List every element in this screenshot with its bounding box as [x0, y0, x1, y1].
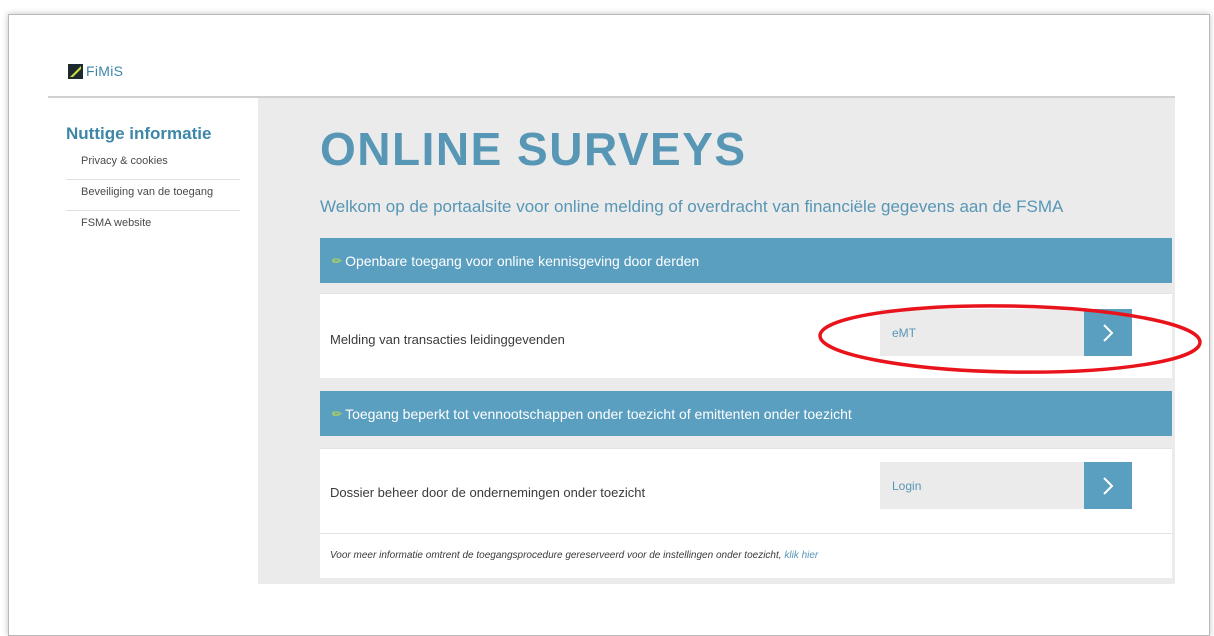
footer-note: Voor meer informatie omtrent de toegangs… [320, 533, 1172, 578]
more-info-link[interactable]: klik hier [784, 550, 818, 561]
chevron-right-icon[interactable] [1084, 462, 1132, 509]
row-dossier: Dossier beheer door de ondernemingen ond… [320, 448, 1172, 533]
main-content: ONLINE SURVEYS Welkom op de portaalsite … [258, 98, 1175, 584]
brand-name: FiMiS [86, 63, 124, 79]
section-header-public-access: ✏︎ Openbare toegang voor online kennisge… [320, 238, 1172, 283]
pencil-icon: ✏︎ [332, 253, 343, 268]
emt-button[interactable]: eMT [880, 309, 1132, 356]
sidebar: Nuttige informatie Privacy & cookies Bev… [66, 124, 240, 241]
sidebar-item-privacy[interactable]: Privacy & cookies [66, 149, 240, 180]
pencil-icon: ✏︎ [332, 406, 343, 421]
login-button[interactable]: Login [880, 462, 1132, 509]
row-label: Dossier beheer door de ondernemingen ond… [330, 485, 646, 500]
chevron-right-icon[interactable] [1084, 309, 1132, 356]
login-button-label: Login [892, 478, 922, 493]
fimis-logo-icon [68, 63, 83, 79]
section-header-label: Toegang beperkt tot vennootschappen onde… [345, 405, 852, 422]
page-title: ONLINE SURVEYS [320, 123, 747, 175]
sidebar-item-fsma-website[interactable]: FSMA website [66, 211, 240, 241]
section-header-restricted-access: ✏︎ Toegang beperkt tot vennootschappen o… [320, 391, 1172, 436]
sidebar-title: Nuttige informatie [66, 124, 212, 143]
emt-button-label: eMT [892, 325, 916, 340]
footer-note-text: Voor meer informatie omtrent de toegangs… [330, 550, 785, 561]
brand-logo[interactable]: FiMiS [68, 63, 123, 79]
section-header-label: Openbare toegang voor online kennisgevin… [345, 252, 700, 269]
row-label: Melding van transacties leidinggevenden [330, 332, 565, 347]
page-subtitle: Welkom op de portaalsite voor online mel… [320, 197, 1064, 216]
row-transactions: Melding van transacties leidinggevenden … [320, 293, 1172, 378]
sidebar-item-security[interactable]: Beveiliging van de toegang [66, 180, 240, 211]
